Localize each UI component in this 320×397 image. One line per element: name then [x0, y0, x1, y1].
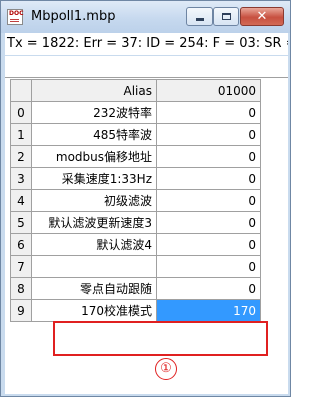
table-row: 4 初级滤波 0: [10, 189, 261, 212]
status-line: Tx = 1822: Err = 37: ID = 254: F = 03: S…: [5, 33, 288, 55]
row-index: 8: [10, 277, 32, 300]
row-index: 2: [10, 145, 32, 168]
alias-cell[interactable]: 默认滤波4: [31, 233, 157, 256]
value-cell[interactable]: 0: [156, 211, 261, 234]
grid-top-band: [5, 56, 288, 78]
close-button[interactable]: ✕: [240, 7, 284, 26]
row-index: 4: [10, 189, 32, 212]
register-table: Alias 01000 0 232波特率 0 1 485特率波 0 2 modb…: [10, 79, 261, 322]
table-row: 6 默认滤波4 0: [10, 233, 261, 256]
value-cell[interactable]: 0: [156, 123, 261, 146]
row-index: 0: [10, 101, 32, 124]
value-cell[interactable]: 0: [156, 189, 261, 212]
table-row: 9 170校准模式 170: [10, 299, 261, 322]
window-title: Mbpoll1.mbp: [31, 9, 116, 24]
maximize-icon: [222, 13, 231, 20]
register-grid-area: Alias 01000 0 232波特率 0 1 485特率波 0 2 modb…: [5, 56, 288, 394]
doc-glyph: DOC: [9, 10, 24, 17]
table-row: 7 0: [10, 255, 261, 278]
alias-cell[interactable]: 170校准模式: [31, 299, 157, 322]
row-index: 1: [10, 123, 32, 146]
alias-cell[interactable]: 采集速度1:33Hz: [31, 167, 157, 190]
maximize-button[interactable]: [213, 7, 239, 26]
mbpoll-window: DOC Mbpoll1.mbp ✕ Tx = 1822: Err = 37: I…: [0, 0, 291, 397]
alias-cell[interactable]: 485特率波: [31, 123, 157, 146]
table-row: 5 默认滤波更新速度3 0: [10, 211, 261, 234]
value-column-header[interactable]: 01000: [156, 79, 261, 102]
row-index: 5: [10, 211, 32, 234]
alias-cell[interactable]: [31, 255, 157, 278]
alias-cell[interactable]: 默认滤波更新速度3: [31, 211, 157, 234]
title-bar[interactable]: DOC Mbpoll1.mbp ✕: [1, 1, 290, 33]
table-row: 0 232波特率 0: [10, 101, 261, 124]
close-icon: ✕: [256, 9, 268, 24]
annotation-marker: ①: [155, 358, 177, 380]
alias-cell[interactable]: modbus偏移地址: [31, 145, 157, 168]
table-row: 3 采集速度1:33Hz 0: [10, 167, 261, 190]
highlight-box: [53, 321, 268, 356]
table-row: 1 485特率波 0: [10, 123, 261, 146]
corner-header: [10, 79, 32, 102]
alias-cell[interactable]: 初级滤波: [31, 189, 157, 212]
table-row: 8 零点自动跟随 0: [10, 277, 261, 300]
row-index: 9: [10, 299, 32, 322]
value-cell[interactable]: 0: [156, 277, 261, 300]
document-icon[interactable]: DOC: [7, 9, 23, 25]
value-cell[interactable]: 0: [156, 145, 261, 168]
row-index: 6: [10, 233, 32, 256]
value-cell[interactable]: 0: [156, 255, 261, 278]
doc-line: [10, 21, 19, 22]
value-cell[interactable]: 0: [156, 167, 261, 190]
alias-cell[interactable]: 232波特率: [31, 101, 157, 124]
doc-line: [10, 19, 19, 20]
header-row: Alias 01000: [10, 79, 261, 102]
alias-cell[interactable]: 零点自动跟随: [31, 277, 157, 300]
value-cell[interactable]: 0: [156, 101, 261, 124]
alias-column-header[interactable]: Alias: [31, 79, 157, 102]
row-index: 3: [10, 167, 32, 190]
selected-value-cell[interactable]: 170: [156, 299, 261, 322]
table-row: 2 modbus偏移地址 0: [10, 145, 261, 168]
row-index: 7: [10, 255, 32, 278]
value-cell[interactable]: 0: [156, 233, 261, 256]
minimize-button[interactable]: [186, 7, 213, 26]
minimize-icon: [196, 18, 204, 21]
